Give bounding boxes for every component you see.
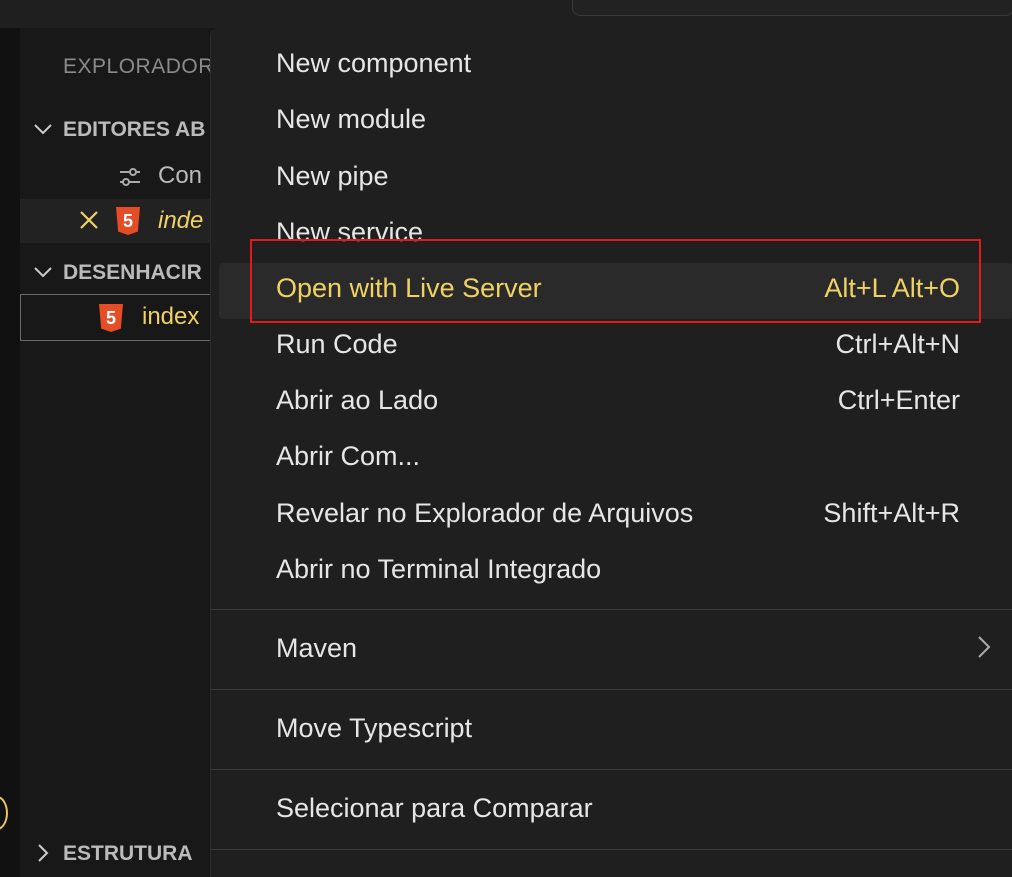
title-bar — [0, 0, 1012, 28]
menu-item-shortcut: Ctrl+Enter — [837, 385, 960, 415]
menu-item-label: Abrir ao Lado — [276, 385, 439, 415]
menu-item-shortcut: Ctrl+Alt+N — [835, 329, 960, 359]
open-editor-label: inde — [158, 207, 204, 234]
menu-item-new-component[interactable]: New component — [219, 38, 1012, 94]
menu-item-label: Abrir Com... — [276, 441, 421, 471]
menu-item-label: New module — [276, 104, 427, 134]
menu-item-label: Maven — [276, 633, 358, 663]
menu-item-new-pipe[interactable]: New pipe — [219, 151, 1012, 207]
menu-item-open-in-integrated-terminal[interactable]: Abrir no Terminal Integrado — [219, 544, 1012, 600]
activity-bar — [0, 28, 20, 877]
menu-item-open-with-live-server[interactable]: Open with Live Server Alt+L Alt+O — [219, 263, 1012, 319]
settings-sliders-icon — [118, 166, 142, 193]
menu-item-label: New service — [276, 217, 424, 247]
menu-item-shortcut: Alt+L Alt+O — [824, 273, 960, 303]
explorer-title: EXPLORADOR — [63, 55, 214, 78]
menu-item-move-typescript[interactable]: Move Typescript — [219, 703, 1012, 759]
menu-item-open-with[interactable]: Abrir Com... — [219, 431, 1012, 487]
chevron-right-icon — [32, 842, 54, 864]
menu-item-label: Open with Live Server — [276, 273, 542, 303]
html5-icon: 5 — [116, 207, 140, 235]
chevron-down-icon — [32, 261, 54, 283]
menu-separator — [211, 689, 1012, 690]
menu-item-reveal-in-file-explorer[interactable]: Revelar no Explorador de Arquivos Shift+… — [219, 488, 1012, 544]
chevron-down-icon — [32, 118, 54, 140]
html5-icon: 5 — [99, 304, 123, 332]
close-icon[interactable] — [78, 209, 100, 236]
menu-item-label: Move Typescript — [276, 713, 473, 743]
menu-item-new-service[interactable]: New service — [219, 207, 1012, 263]
section-label: EDITORES AB — [63, 118, 206, 141]
menu-item-label: New pipe — [276, 161, 389, 191]
section-label: DESENHACIR — [63, 261, 202, 284]
menu-item-label: New component — [276, 48, 472, 78]
menu-item-label: Selecionar para Comparar — [276, 793, 593, 823]
section-label: ESTRUTURA — [63, 842, 193, 865]
menu-separator — [211, 849, 1012, 850]
menu-separator — [211, 769, 1012, 770]
menu-item-shortcut: Shift+Alt+R — [823, 498, 960, 528]
menu-item-select-for-compare[interactable]: Selecionar para Comparar — [219, 783, 1012, 839]
open-editor-label: Con — [158, 162, 203, 189]
menu-item-new-module[interactable]: New module — [219, 94, 1012, 150]
context-menu: New component New module New pipe New se… — [210, 28, 1012, 877]
command-center-search[interactable] — [572, 0, 1012, 16]
menu-item-run-code[interactable]: Run Code Ctrl+Alt+N — [219, 319, 1012, 375]
chevron-right-icon — [977, 635, 991, 659]
menu-item-label: Run Code — [276, 329, 398, 359]
file-label: index — [142, 303, 200, 330]
menu-item-open-to-side[interactable]: Abrir ao Lado Ctrl+Enter — [219, 375, 1012, 431]
menu-item-maven[interactable]: Maven — [219, 623, 1012, 679]
menu-item-label: Revelar no Explorador de Arquivos — [276, 498, 694, 528]
menu-separator — [211, 609, 1012, 610]
activity-badge-icon — [0, 796, 8, 830]
menu-item-label: Abrir no Terminal Integrado — [276, 554, 602, 584]
